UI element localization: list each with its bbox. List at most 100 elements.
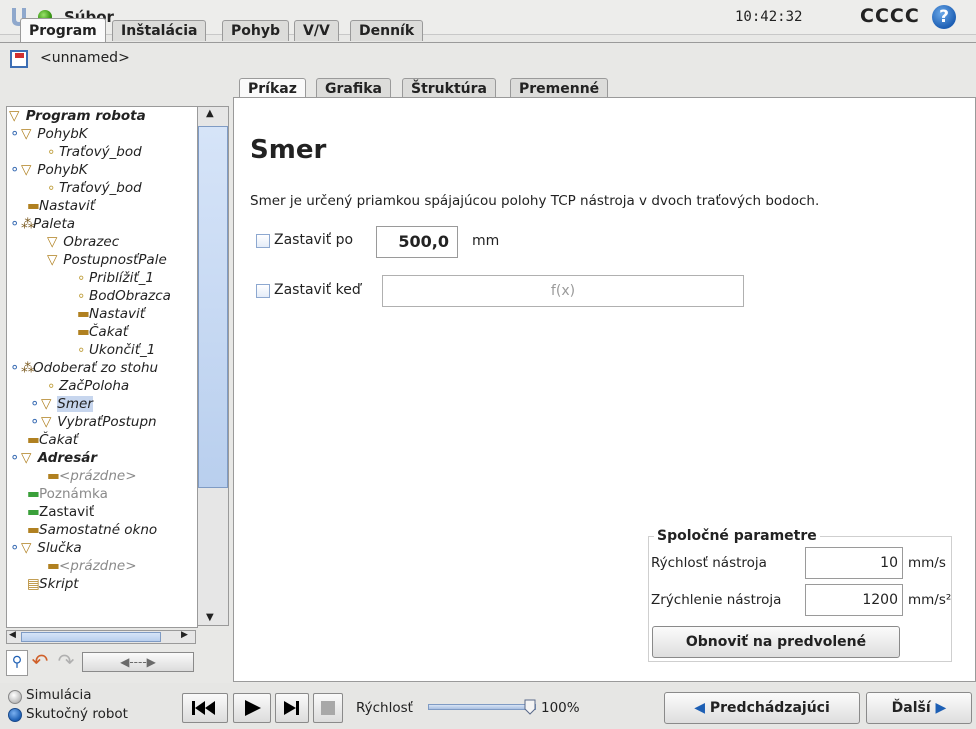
speed-value: 100% bbox=[541, 700, 580, 716]
tab-structure[interactable]: Štruktúra bbox=[402, 78, 496, 99]
scroll-down-icon[interactable]: ▼ bbox=[206, 612, 214, 623]
tree-node[interactable]: ▽ PostupnosťPale bbox=[47, 251, 167, 269]
tab-command[interactable]: Príkaz bbox=[239, 78, 306, 99]
script-icon: ▤ bbox=[27, 576, 40, 592]
stop-after-label: Zastaviť po bbox=[274, 232, 354, 248]
tree-connector-icon: ⚬ bbox=[9, 450, 21, 466]
tree-horizontal-scrollbar[interactable]: ◀ ▶ bbox=[6, 630, 196, 644]
tree-node[interactable]: ▬Zastaviť bbox=[27, 503, 94, 521]
search-icon[interactable]: ⚲ bbox=[6, 650, 28, 676]
stack-icon: ⁂ bbox=[21, 360, 35, 376]
tree-node[interactable]: ∘ BodObrazca bbox=[77, 287, 171, 305]
stop-distance-input[interactable]: 500,0 bbox=[376, 226, 458, 258]
tool-accel-unit: mm/s² bbox=[908, 592, 952, 608]
tree-node[interactable]: ⚬▽ PohybK bbox=[9, 161, 88, 179]
tree-node[interactable]: ▬Poznámka bbox=[27, 485, 108, 503]
tab-variables[interactable]: Premenné bbox=[510, 78, 609, 99]
tree-node[interactable]: ⚬▽ Adresár bbox=[9, 449, 97, 467]
rewind-button[interactable] bbox=[182, 693, 228, 723]
previous-button[interactable]: ◀ Predchádzajúci bbox=[664, 692, 860, 724]
move-arrows-icon[interactable]: ◀----▶ bbox=[82, 652, 194, 672]
program-tree[interactable]: ▽ Program robota ⚬▽ PohybK ∘ Traťový_bod … bbox=[6, 106, 198, 628]
tree-node[interactable]: ⚬▽ Slučka bbox=[9, 539, 82, 557]
tool-accel-input[interactable]: 1200 bbox=[805, 584, 903, 616]
wait-icon: ▬ bbox=[27, 432, 40, 448]
triangle-down-icon: ▽ bbox=[9, 108, 20, 124]
stop-when-checkbox[interactable] bbox=[256, 284, 270, 298]
redo-icon[interactable]: ↷ bbox=[54, 650, 78, 674]
help-icon[interactable]: ? bbox=[932, 5, 956, 29]
undo-icon[interactable]: ↶ bbox=[28, 650, 52, 674]
tree-node[interactable]: ⚬⁂Odoberať zo stohu bbox=[9, 359, 158, 377]
scroll-right-icon[interactable]: ▶ bbox=[181, 630, 188, 640]
stop-expression-input[interactable]: f(x) bbox=[382, 275, 744, 307]
set-icon: ▬ bbox=[27, 198, 40, 214]
triangle-down-icon: ▽ bbox=[21, 540, 32, 556]
tab-graphics[interactable]: Grafika bbox=[316, 78, 391, 99]
tree-scroll-thumb[interactable] bbox=[198, 126, 228, 488]
tree-connector-icon: ⚬ bbox=[9, 360, 21, 376]
reset-defaults-button[interactable]: Obnoviť na predvolené bbox=[652, 626, 900, 658]
step-button[interactable] bbox=[275, 693, 309, 723]
tree-node[interactable]: ∘ Traťový_bod bbox=[47, 143, 142, 161]
tree-node[interactable]: ⚬▽ VybraťPostupn bbox=[29, 413, 157, 431]
tool-accel-label: Zrýchlenie nástroja bbox=[651, 592, 782, 608]
tab-divider bbox=[0, 42, 976, 43]
tool-speed-label: Rýchlosť nástroja bbox=[651, 555, 767, 571]
tree-node[interactable]: ▬Nastaviť bbox=[27, 197, 95, 215]
tree-node[interactable]: ▬Čakať bbox=[77, 323, 128, 341]
next-button[interactable]: Ďalší ▶ bbox=[866, 692, 972, 724]
tree-node[interactable]: ▬<prázdne> bbox=[47, 467, 137, 485]
empty-icon: ▬ bbox=[47, 558, 60, 574]
tree-node[interactable]: ∘ Priblížiť_1 bbox=[77, 269, 154, 287]
tree-node[interactable]: ∘ Traťový_bod bbox=[47, 179, 142, 197]
step-icon bbox=[284, 701, 299, 715]
tree-node[interactable]: ∘ Ukončiť_1 bbox=[77, 341, 155, 359]
tree-node[interactable]: ▬Nastaviť bbox=[77, 305, 145, 323]
common-parameters-title: Spoločné parametre bbox=[654, 528, 820, 544]
tree-node-selected[interactable]: ⚬▽ Smer bbox=[29, 395, 93, 413]
tool-speed-input[interactable]: 10 bbox=[805, 547, 903, 579]
tab-installation[interactable]: Inštalácia bbox=[112, 20, 207, 41]
tree-node[interactable]: ▬Čakať bbox=[27, 431, 78, 449]
waypoint-icon: ∘ bbox=[47, 378, 56, 394]
set-icon: ▬ bbox=[77, 306, 90, 322]
tree-hscroll-thumb[interactable] bbox=[21, 632, 161, 642]
scroll-left-icon[interactable]: ◀ bbox=[9, 630, 16, 640]
real-robot-label: Skutočný robot bbox=[26, 706, 128, 722]
arrow-right-icon: ▶ bbox=[935, 700, 947, 716]
tree-node[interactable]: ⚬▽ PohybK bbox=[9, 125, 88, 143]
tree-node[interactable]: ▬Samostatné okno bbox=[27, 521, 157, 539]
tree-node[interactable]: ∘ ZačPoloha bbox=[47, 377, 129, 395]
play-icon bbox=[245, 700, 261, 716]
stop-icon: ▬ bbox=[27, 504, 40, 520]
save-icon[interactable] bbox=[10, 50, 28, 68]
tree-node[interactable]: ⚬⁂Paleta bbox=[9, 215, 75, 233]
tab-program[interactable]: Program bbox=[20, 18, 106, 43]
tree-node[interactable]: ▽ Obrazec bbox=[47, 233, 119, 251]
stop-button[interactable] bbox=[313, 693, 343, 723]
tree-node[interactable]: ▬<prázdne> bbox=[47, 557, 137, 575]
tree-connector-icon: ⚬ bbox=[9, 540, 21, 556]
tree-node[interactable]: ▽ Program robota bbox=[9, 107, 146, 125]
tree-connector-icon: ⚬ bbox=[29, 396, 41, 412]
triangle-down-icon: ▽ bbox=[47, 234, 58, 250]
real-robot-radio[interactable] bbox=[8, 708, 22, 722]
scroll-up-icon[interactable]: ▲ bbox=[206, 108, 214, 119]
speed-slider-handle[interactable] bbox=[524, 699, 536, 715]
speed-slider[interactable] bbox=[428, 704, 536, 710]
tab-move[interactable]: Pohyb bbox=[222, 20, 289, 41]
stop-when-label: Zastaviť keď bbox=[274, 282, 361, 298]
tab-io[interactable]: V/V bbox=[294, 20, 339, 41]
triangle-down-icon: ▽ bbox=[21, 162, 32, 178]
play-button[interactable] bbox=[233, 693, 271, 723]
tab-log[interactable]: Denník bbox=[350, 20, 424, 41]
tree-node[interactable]: ▤Skript bbox=[27, 575, 79, 593]
waypoint-icon: ∘ bbox=[47, 180, 56, 196]
robot-name: CCCC bbox=[860, 5, 920, 27]
triangle-down-icon: ▽ bbox=[21, 126, 32, 142]
tool-speed-unit: mm/s bbox=[908, 555, 946, 571]
simulation-radio[interactable] bbox=[8, 690, 22, 704]
waypoint-icon: ∘ bbox=[77, 342, 86, 358]
stop-after-checkbox[interactable] bbox=[256, 234, 270, 248]
